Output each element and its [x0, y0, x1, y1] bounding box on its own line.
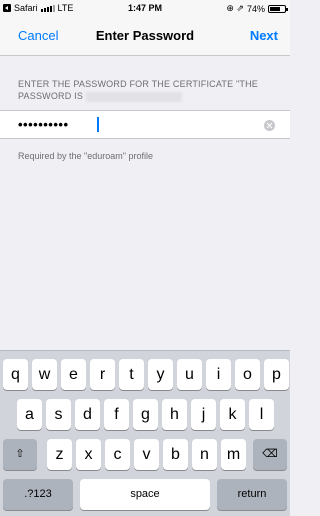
key-d[interactable]: d — [75, 399, 100, 430]
page-title: Enter Password — [95, 28, 195, 43]
space-key[interactable]: space — [80, 479, 210, 510]
redacted-text — [85, 91, 182, 102]
key-z[interactable]: z — [47, 439, 72, 470]
password-masked-value[interactable]: •••••••••• — [18, 117, 69, 132]
clear-text-icon[interactable] — [264, 120, 275, 131]
key-u[interactable]: u — [177, 359, 202, 390]
navigation-bar: Cancel Enter Password Next — [0, 16, 290, 56]
key-s[interactable]: s — [46, 399, 71, 430]
key-q[interactable]: q — [3, 359, 28, 390]
key-l[interactable]: l — [249, 399, 274, 430]
key-r[interactable]: r — [90, 359, 115, 390]
next-button[interactable]: Next — [250, 28, 278, 43]
numbers-key[interactable]: .?123 — [3, 479, 73, 510]
key-b[interactable]: b — [163, 439, 188, 470]
key-a[interactable]: a — [17, 399, 42, 430]
keyboard: q w e r t y u i o p a s d f g h j k l ⇧ z x c v b n m ⌫ .?123 space re… — [0, 350, 290, 516]
status-bar: Safari LTE 1:47 PM ⊕ ⇗ 74% — [0, 0, 290, 16]
battery-percent: 74% — [246, 3, 265, 14]
battery-icon — [268, 4, 288, 13]
key-y[interactable]: y — [148, 359, 173, 390]
key-e[interactable]: e — [61, 359, 86, 390]
status-right: ⊕ ⇗ 74% — [226, 3, 288, 14]
key-o[interactable]: o — [235, 359, 260, 390]
key-g[interactable]: g — [133, 399, 158, 430]
prompt-line-1: ENTER THE PASSWORD FOR THE CERTIFICATE "… — [18, 79, 258, 89]
key-j[interactable]: j — [191, 399, 216, 430]
key-p[interactable]: p — [264, 359, 289, 390]
key-t[interactable]: t — [119, 359, 144, 390]
location-orientation-icons: ⊕ ⇗ — [226, 3, 244, 13]
key-m[interactable]: m — [221, 439, 246, 470]
prompt-line-2-text: PASSWORD IS — [18, 91, 86, 101]
key-w[interactable]: w — [32, 359, 57, 390]
key-x[interactable]: x — [76, 439, 101, 470]
password-prompt: ENTER THE PASSWORD FOR THE CERTIFICATE "… — [18, 78, 280, 102]
key-k[interactable]: k — [220, 399, 245, 430]
password-field[interactable]: •••••••••• — [0, 110, 290, 139]
profile-note: Required by the "eduroam" profile — [18, 151, 153, 161]
text-caret — [97, 117, 99, 132]
key-n[interactable]: n — [192, 439, 217, 470]
key-v[interactable]: v — [134, 439, 159, 470]
battery-fill — [270, 6, 281, 11]
prompt-line-2: PASSWORD IS — [18, 90, 280, 102]
key-h[interactable]: h — [162, 399, 187, 430]
shift-key[interactable]: ⇧ — [3, 439, 37, 470]
key-c[interactable]: c — [105, 439, 130, 470]
key-i[interactable]: i — [206, 359, 231, 390]
key-f[interactable]: f — [104, 399, 129, 430]
delete-key[interactable]: ⌫ — [253, 439, 287, 470]
return-key[interactable]: return — [217, 479, 287, 510]
